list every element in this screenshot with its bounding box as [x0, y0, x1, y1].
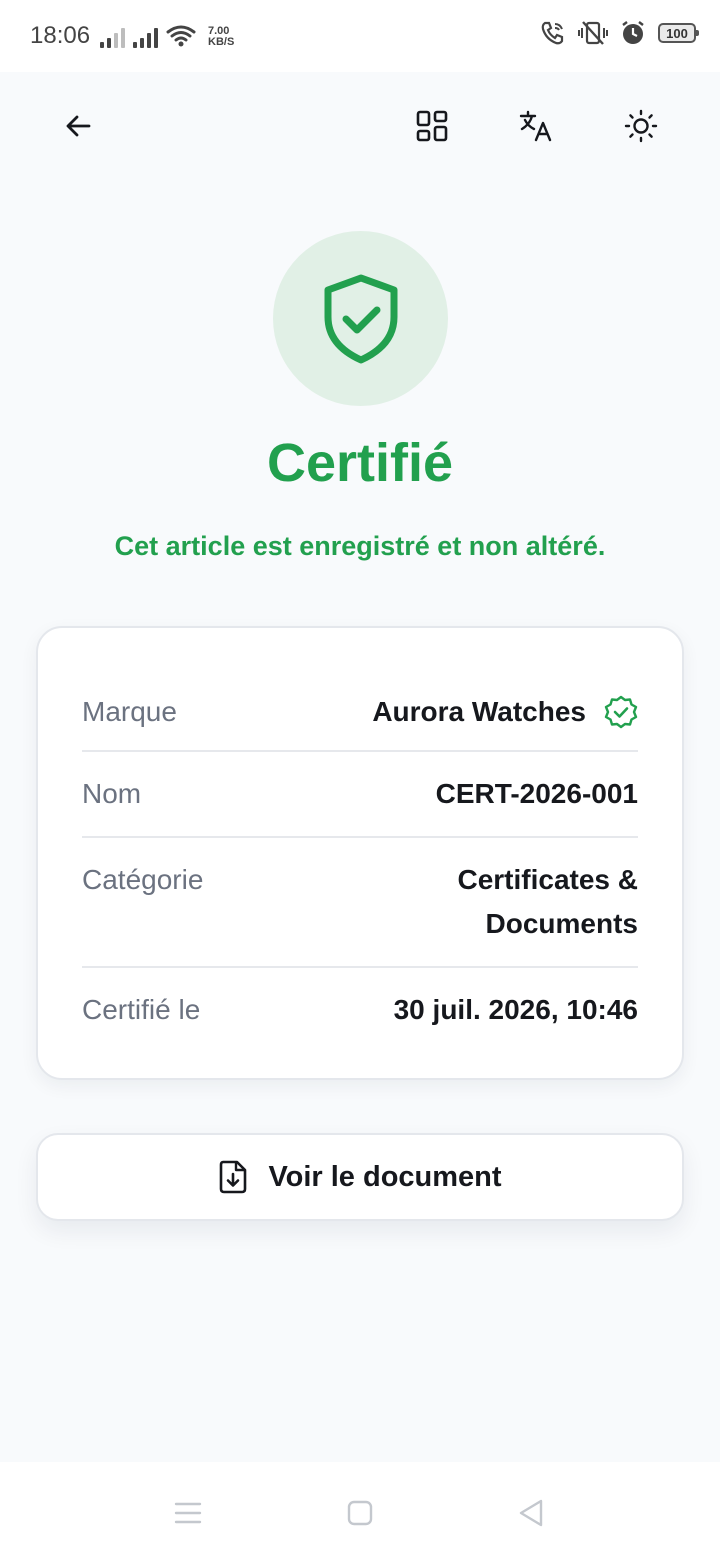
certified-status-badge: [273, 231, 448, 406]
wifi-call-icon: [541, 21, 564, 45]
toolbar: [0, 72, 720, 182]
language-button[interactable]: [508, 98, 564, 154]
theme-toggle-button[interactable]: [613, 98, 669, 154]
detail-value: 30 juil. 2026, 10:46: [393, 994, 638, 1025]
detail-label: Marque: [82, 696, 177, 727]
qr-scan-button[interactable]: [404, 98, 460, 154]
detail-value: Certificates & Documents: [457, 864, 638, 939]
details-card: Marque Aurora Watches Nom CERT-2026-001 …: [36, 626, 684, 1080]
back-button[interactable]: [50, 98, 106, 154]
qr-grid-icon: [416, 110, 448, 142]
detail-row-name: Nom CERT-2026-001: [82, 752, 638, 838]
sun-icon: [624, 109, 658, 143]
battery-icon: 100: [658, 23, 699, 43]
translate-icon: [519, 110, 552, 142]
status-bar: 18:06 7.00 KB/S 100: [0, 0, 720, 72]
nav-back-button[interactable]: [506, 1488, 556, 1538]
vibrate-icon: [578, 21, 608, 45]
detail-row-category: Catégorie Certificates & Documents: [82, 838, 638, 968]
back-triangle-icon: [519, 1499, 543, 1527]
detail-row-brand: Marque Aurora Watches: [82, 690, 638, 752]
detail-value: CERT-2026-001: [435, 778, 638, 809]
view-document-button[interactable]: Voir le document: [36, 1133, 684, 1221]
details-list: Marque Aurora Watches Nom CERT-2026-001 …: [82, 628, 638, 1052]
shield-check-icon: [324, 274, 397, 363]
nav-recents-button[interactable]: [163, 1488, 213, 1538]
status-subtitle: Cet article est enregistré et non altéré…: [114, 531, 606, 561]
back-arrow-icon: [66, 115, 91, 137]
alarm-icon: [622, 21, 644, 44]
file-download-icon: [220, 1160, 247, 1194]
view-document-label: Voir le document: [268, 1160, 502, 1193]
detail-label: Catégorie: [82, 864, 204, 895]
wifi-icon: [166, 25, 196, 47]
verified-badge-icon: [604, 695, 638, 729]
home-square-icon: [347, 1500, 373, 1526]
status-title: Certifié: [266, 433, 454, 493]
detail-label: Certifié le: [82, 994, 201, 1025]
detail-value-group: Aurora Watches: [372, 690, 638, 734]
status-time: 18:06: [30, 22, 91, 49]
screen: 18:06 7.00 KB/S 100 Certifié Cet article…: [0, 0, 720, 1560]
net-speed: 7.00 KB/S: [208, 25, 235, 48]
status-left-icons: 7.00 KB/S: [100, 22, 234, 48]
detail-value: Aurora Watches: [372, 696, 586, 727]
menu-icon: [174, 1502, 202, 1524]
signal-1-icon: [100, 26, 125, 48]
detail-label: Nom: [82, 778, 142, 809]
detail-row-certified-date: Certifié le 30 juil. 2026, 10:46: [82, 968, 638, 1052]
status-right-icons: 100: [540, 20, 699, 46]
signal-2-icon: [133, 26, 158, 48]
nav-home-button[interactable]: [335, 1488, 385, 1538]
system-nav-bar: [0, 1462, 720, 1560]
